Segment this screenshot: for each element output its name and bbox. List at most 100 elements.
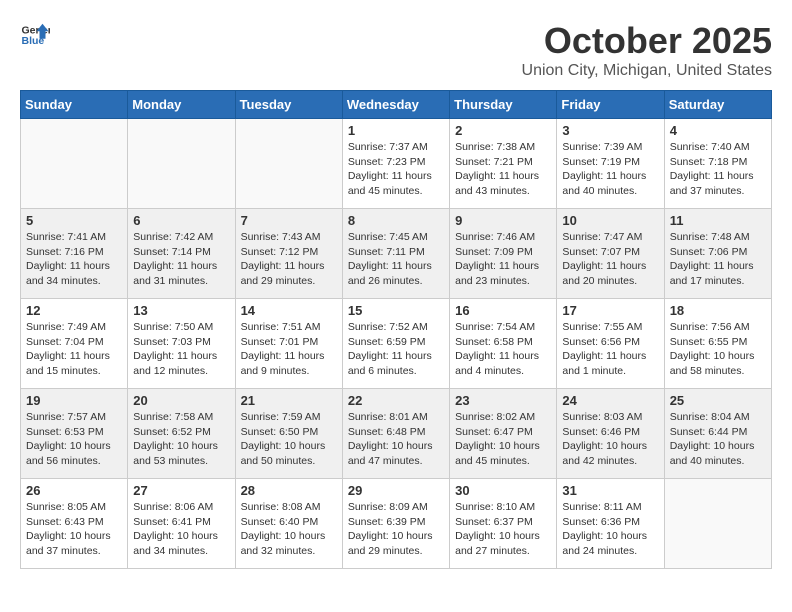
calendar-cell: 28 Sunrise: 8:08 AMSunset: 6:40 PMDayligh… [235, 479, 342, 569]
day-number: 28 [241, 483, 337, 498]
day-info: Sunrise: 7:40 AMSunset: 7:18 PMDaylight:… [670, 140, 766, 199]
calendar-cell: 12Sunrise: 7:49 AMSunset: 7:04 PMDayligh… [21, 299, 128, 389]
calendar-cell: 20Sunrise: 7:58 AMSunset: 6:52 PMDayligh… [128, 389, 235, 479]
day-info: Sunrise: 7:50 AMSunset: 7:03 PMDaylight:… [133, 320, 229, 379]
day-info: Sunrise: 7:51 AMSunset: 7:01 PMDaylight:… [241, 320, 337, 379]
week-row-3: 12Sunrise: 7:49 AMSunset: 7:04 PMDayligh… [21, 299, 772, 389]
calendar-cell: 1 Sunrise: 7:37 AMSunset: 7:23 PMDaylight… [342, 119, 449, 209]
day-number: 5 [26, 213, 122, 228]
calendar-cell: 10 Sunrise: 7:47 AMSunset: 7:07 PMDayligh… [557, 209, 664, 299]
calendar-cell [235, 119, 342, 209]
day-info: Sunrise: 7:48 AMSunset: 7:06 PMDaylight:… [670, 230, 766, 289]
weekday-header-row: SundayMondayTuesdayWednesdayThursdayFrid… [21, 91, 772, 119]
day-info: Sunrise: 7:46 AMSunset: 7:09 PMDaylight:… [455, 230, 551, 289]
calendar-cell: 31 Sunrise: 8:11 AMSunset: 6:36 PMDayligh… [557, 479, 664, 569]
day-number: 10 [562, 213, 658, 228]
weekday-header-saturday: Saturday [664, 91, 771, 119]
day-number: 13 [133, 303, 229, 318]
day-number: 17 [562, 303, 658, 318]
day-number: 9 [455, 213, 551, 228]
day-number: 12 [26, 303, 122, 318]
day-info: Sunrise: 8:11 AMSunset: 6:36 PMDaylight:… [562, 500, 658, 559]
day-number: 24 [562, 393, 658, 408]
calendar-cell: 27 Sunrise: 8:06 AMSunset: 6:41 PMDayligh… [128, 479, 235, 569]
day-info: Sunrise: 7:45 AMSunset: 7:11 PMDaylight:… [348, 230, 444, 289]
calendar-cell: 18 Sunrise: 7:56 AMSunset: 6:55 PMDayligh… [664, 299, 771, 389]
calendar-cell [128, 119, 235, 209]
weekday-header-monday: Monday [128, 91, 235, 119]
calendar-cell: 2 Sunrise: 7:38 AMSunset: 7:21 PMDaylight… [450, 119, 557, 209]
logo-icon: General Blue [20, 20, 50, 50]
page-header: General Blue October 2025 Union City, Mi… [20, 20, 772, 80]
day-number: 11 [670, 213, 766, 228]
calendar-cell: 6Sunrise: 7:42 AMSunset: 7:14 PMDaylight… [128, 209, 235, 299]
calendar-cell: 25Sunrise: 8:04 AMSunset: 6:44 PMDayligh… [664, 389, 771, 479]
calendar-cell: 21 Sunrise: 7:59 AMSunset: 6:50 PMDayligh… [235, 389, 342, 479]
day-info: Sunrise: 8:10 AMSunset: 6:37 PMDaylight:… [455, 500, 551, 559]
day-number: 23 [455, 393, 551, 408]
calendar-cell: 24 Sunrise: 8:03 AMSunset: 6:46 PMDayligh… [557, 389, 664, 479]
calendar-cell: 16 Sunrise: 7:54 AMSunset: 6:58 PMDayligh… [450, 299, 557, 389]
day-number: 3 [562, 123, 658, 138]
day-info: Sunrise: 8:08 AMSunset: 6:40 PMDaylight:… [241, 500, 337, 559]
calendar-cell: 15 Sunrise: 7:52 AMSunset: 6:59 PMDayligh… [342, 299, 449, 389]
title-block: October 2025 Union City, Michigan, Unite… [522, 20, 772, 80]
day-info: Sunrise: 8:03 AMSunset: 6:46 PMDaylight:… [562, 410, 658, 469]
day-info: Sunrise: 7:59 AMSunset: 6:50 PMDaylight:… [241, 410, 337, 469]
calendar-cell: 4 Sunrise: 7:40 AMSunset: 7:18 PMDaylight… [664, 119, 771, 209]
day-info: Sunrise: 7:54 AMSunset: 6:58 PMDaylight:… [455, 320, 551, 379]
calendar-cell: 11 Sunrise: 7:48 AMSunset: 7:06 PMDayligh… [664, 209, 771, 299]
day-number: 31 [562, 483, 658, 498]
day-number: 22 [348, 393, 444, 408]
day-number: 4 [670, 123, 766, 138]
calendar-cell: 13 Sunrise: 7:50 AMSunset: 7:03 PMDayligh… [128, 299, 235, 389]
day-number: 1 [348, 123, 444, 138]
calendar-cell [21, 119, 128, 209]
calendar-cell: 22 Sunrise: 8:01 AMSunset: 6:48 PMDayligh… [342, 389, 449, 479]
location-title: Union City, Michigan, United States [522, 62, 772, 80]
day-info: Sunrise: 7:47 AMSunset: 7:07 PMDaylight:… [562, 230, 658, 289]
weekday-header-sunday: Sunday [21, 91, 128, 119]
day-number: 21 [241, 393, 337, 408]
calendar-cell: 14 Sunrise: 7:51 AMSunset: 7:01 PMDayligh… [235, 299, 342, 389]
day-number: 15 [348, 303, 444, 318]
day-number: 14 [241, 303, 337, 318]
day-number: 16 [455, 303, 551, 318]
day-number: 30 [455, 483, 551, 498]
day-number: 2 [455, 123, 551, 138]
day-number: 8 [348, 213, 444, 228]
calendar-cell: 9 Sunrise: 7:46 AMSunset: 7:09 PMDaylight… [450, 209, 557, 299]
day-info: Sunrise: 7:39 AMSunset: 7:19 PMDaylight:… [562, 140, 658, 199]
day-info: Sunrise: 7:55 AMSunset: 6:56 PMDaylight:… [562, 320, 658, 379]
calendar-cell [664, 479, 771, 569]
calendar-cell: 3 Sunrise: 7:39 AMSunset: 7:19 PMDaylight… [557, 119, 664, 209]
day-info: Sunrise: 8:02 AMSunset: 6:47 PMDaylight:… [455, 410, 551, 469]
weekday-header-wednesday: Wednesday [342, 91, 449, 119]
weekday-header-friday: Friday [557, 91, 664, 119]
day-number: 19 [26, 393, 122, 408]
day-info: Sunrise: 7:56 AMSunset: 6:55 PMDaylight:… [670, 320, 766, 379]
calendar-table: SundayMondayTuesdayWednesdayThursdayFrid… [20, 90, 772, 569]
day-info: Sunrise: 7:58 AMSunset: 6:52 PMDaylight:… [133, 410, 229, 469]
day-info: Sunrise: 7:37 AMSunset: 7:23 PMDaylight:… [348, 140, 444, 199]
day-info: Sunrise: 8:01 AMSunset: 6:48 PMDaylight:… [348, 410, 444, 469]
logo: General Blue [20, 20, 50, 50]
day-number: 7 [241, 213, 337, 228]
day-info: Sunrise: 7:52 AMSunset: 6:59 PMDaylight:… [348, 320, 444, 379]
day-number: 27 [133, 483, 229, 498]
week-row-5: 26Sunrise: 8:05 AMSunset: 6:43 PMDayligh… [21, 479, 772, 569]
day-info: Sunrise: 8:05 AMSunset: 6:43 PMDaylight:… [26, 500, 122, 559]
day-number: 18 [670, 303, 766, 318]
calendar-cell: 30 Sunrise: 8:10 AMSunset: 6:37 PMDayligh… [450, 479, 557, 569]
week-row-4: 19 Sunrise: 7:57 AMSunset: 6:53 PMDayligh… [21, 389, 772, 479]
month-title: October 2025 [522, 20, 772, 62]
day-info: Sunrise: 7:57 AMSunset: 6:53 PMDaylight:… [26, 410, 122, 469]
day-info: Sunrise: 7:38 AMSunset: 7:21 PMDaylight:… [455, 140, 551, 199]
calendar-cell: 19 Sunrise: 7:57 AMSunset: 6:53 PMDayligh… [21, 389, 128, 479]
day-info: Sunrise: 8:06 AMSunset: 6:41 PMDaylight:… [133, 500, 229, 559]
week-row-1: 1 Sunrise: 7:37 AMSunset: 7:23 PMDaylight… [21, 119, 772, 209]
day-info: Sunrise: 7:41 AMSunset: 7:16 PMDaylight:… [26, 230, 122, 289]
weekday-header-thursday: Thursday [450, 91, 557, 119]
day-number: 6 [133, 213, 229, 228]
calendar-cell: 7Sunrise: 7:43 AMSunset: 7:12 PMDaylight… [235, 209, 342, 299]
